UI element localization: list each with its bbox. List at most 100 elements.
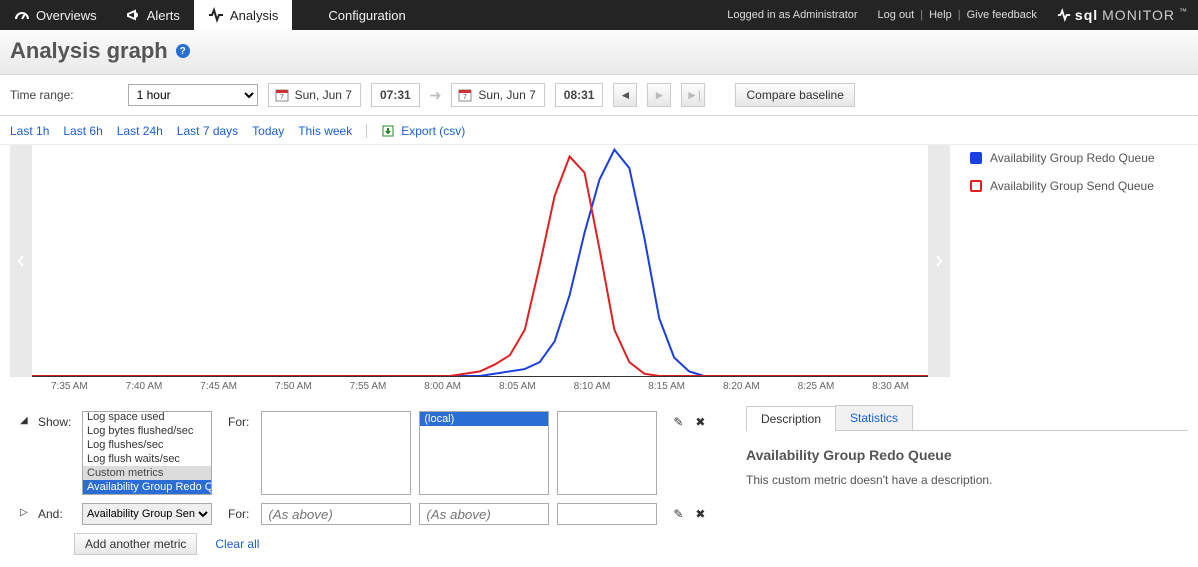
nav-tab-analysis[interactable]: Analysis xyxy=(194,0,292,30)
time-range-select[interactable]: 1 hour xyxy=(128,84,258,106)
from-date-text: Sun, Jun 7 xyxy=(295,88,352,102)
list-item[interactable]: Availability Group Redo Queue xyxy=(83,480,211,494)
step-back-button[interactable]: ◄ xyxy=(613,83,637,107)
x-tick: 8:20 AM xyxy=(723,381,760,392)
tab-statistics[interactable]: Statistics xyxy=(835,405,913,430)
for-list-3[interactable] xyxy=(557,411,657,495)
list-item[interactable]: Log flushes/sec xyxy=(83,438,211,452)
time-range-label: Time range: xyxy=(10,88,74,102)
chart-area: 7:35 AM7:40 AM7:45 AM7:50 AM7:55 AM8:00 … xyxy=(0,145,1198,405)
to-date-picker[interactable]: 7 Sun, Jun 7 xyxy=(451,83,544,107)
tab-description[interactable]: Description xyxy=(746,406,836,431)
pulse-icon xyxy=(208,7,224,23)
chart-handle-left[interactable] xyxy=(10,145,32,377)
nav-label: Configuration xyxy=(328,8,405,23)
and-for-input-3[interactable] xyxy=(557,503,657,525)
nav-tab-alerts[interactable]: Alerts xyxy=(111,0,194,30)
clear-all-link[interactable]: Clear all xyxy=(215,537,259,551)
for-label: For: xyxy=(220,503,253,521)
calendar-icon: 7 xyxy=(275,88,289,102)
from-time[interactable]: 07:31 xyxy=(371,83,420,107)
help-icon[interactable]: ? xyxy=(176,44,190,58)
edit-icon[interactable]: ✎ xyxy=(673,415,683,429)
for-list-1[interactable] xyxy=(261,411,411,495)
x-tick: 7:40 AM xyxy=(126,381,163,392)
logout-link[interactable]: Log out xyxy=(878,9,915,21)
to-time[interactable]: 08:31 xyxy=(555,83,604,107)
chart-handle-right[interactable] xyxy=(928,145,950,377)
top-nav: Overviews Alerts Analysis Configuration … xyxy=(0,0,1198,30)
legend-item-send[interactable]: Availability Group Send Queue xyxy=(970,179,1188,193)
pulse-icon xyxy=(1057,8,1071,22)
for-label: For: xyxy=(220,411,253,429)
to-date-text: Sun, Jun 7 xyxy=(478,88,535,102)
quick-last7d[interactable]: Last 7 days xyxy=(177,124,238,138)
add-metric-button[interactable]: Add another metric xyxy=(74,533,197,555)
nav-tab-configuration[interactable]: Configuration xyxy=(292,0,419,30)
brand-logo: sql MONITOR™ xyxy=(1057,7,1188,23)
from-date-picker[interactable]: 7 Sun, Jun 7 xyxy=(268,83,361,107)
wrench-icon xyxy=(306,7,322,23)
legend-item-redo[interactable]: Availability Group Redo Queue xyxy=(970,151,1188,165)
for-list-2[interactable]: (local) xyxy=(419,411,549,495)
help-link[interactable]: Help xyxy=(929,9,952,21)
and-for-input-2[interactable] xyxy=(419,503,549,525)
remove-icon[interactable]: ✖ xyxy=(695,507,705,521)
compare-baseline-button[interactable]: Compare baseline xyxy=(735,83,854,107)
chart-x-axis: 7:35 AM7:40 AM7:45 AM7:50 AM7:55 AM8:00 … xyxy=(32,381,928,395)
divider xyxy=(366,124,367,138)
nav-tabs: Overviews Alerts Analysis Configuration xyxy=(0,0,420,30)
export-csv-link[interactable]: Export (csv) xyxy=(381,124,465,138)
list-item[interactable]: Custom metrics xyxy=(83,466,211,480)
list-item[interactable]: Log flush waits/sec xyxy=(83,452,211,466)
svg-text:7: 7 xyxy=(280,94,284,101)
list-item[interactable]: (local) xyxy=(420,412,548,426)
chart-legend: Availability Group Redo Queue Availabili… xyxy=(970,145,1188,395)
quick-range-links: Last 1h Last 6h Last 24h Last 7 days Tod… xyxy=(0,116,1198,145)
x-tick: 8:25 AM xyxy=(798,381,835,392)
legend-label: Availability Group Send Queue xyxy=(990,179,1154,193)
x-tick: 8:05 AM xyxy=(499,381,536,392)
export-icon xyxy=(381,124,395,138)
nav-tab-overviews[interactable]: Overviews xyxy=(0,0,111,30)
edit-icon[interactable]: ✎ xyxy=(673,507,683,521)
expand-toggle[interactable]: ▷ xyxy=(20,503,30,518)
show-label: Show: xyxy=(38,411,74,429)
and-metric-select[interactable]: Availability Group Send Queue xyxy=(82,503,212,525)
feedback-link[interactable]: Give feedback xyxy=(967,9,1037,21)
x-tick: 8:00 AM xyxy=(424,381,461,392)
description-body: This custom metric doesn't have a descri… xyxy=(746,473,1188,487)
list-item[interactable]: Log bytes flushed/sec xyxy=(83,424,211,438)
description-title: Availability Group Redo Queue xyxy=(746,447,1188,463)
brand-thin: MONITOR xyxy=(1102,7,1175,23)
and-for-input-1[interactable] xyxy=(261,503,411,525)
swatch-filled-icon xyxy=(970,152,982,164)
collapse-toggle[interactable]: ◢ xyxy=(20,411,30,426)
quick-last1h[interactable]: Last 1h xyxy=(10,124,49,138)
lower-section: ◢ Show: Log space usedLog bytes flushed/… xyxy=(0,405,1198,567)
x-tick: 8:30 AM xyxy=(872,381,909,392)
svg-text:7: 7 xyxy=(463,94,467,101)
chevron-left-icon xyxy=(16,254,26,268)
step-end-button[interactable]: ►| xyxy=(681,83,705,107)
and-label: And: xyxy=(38,503,74,521)
quick-last24h[interactable]: Last 24h xyxy=(117,124,163,138)
show-row: ◢ Show: Log space usedLog bytes flushed/… xyxy=(20,411,720,495)
quick-today[interactable]: Today xyxy=(252,124,284,138)
x-tick: 7:50 AM xyxy=(275,381,312,392)
and-row: ▷ And: Availability Group Send Queue For… xyxy=(20,503,720,525)
swatch-hollow-icon xyxy=(970,180,982,192)
description-panel: Description Statistics Availability Grou… xyxy=(746,405,1188,487)
top-right-links: Logged in as Administrator Log out | Hel… xyxy=(727,0,1198,30)
x-tick: 7:55 AM xyxy=(350,381,387,392)
chart-plot[interactable] xyxy=(32,145,928,377)
step-forward-button[interactable]: ► xyxy=(647,83,671,107)
metric-select-list[interactable]: Log space usedLog bytes flushed/secLog f… xyxy=(82,411,212,495)
chevron-right-icon xyxy=(934,254,944,268)
quick-thisweek[interactable]: This week xyxy=(298,124,352,138)
calendar-icon: 7 xyxy=(458,88,472,102)
list-item[interactable]: Log space used xyxy=(83,411,211,424)
remove-icon[interactable]: ✖ xyxy=(695,415,705,429)
brand-tm: ™ xyxy=(1179,7,1188,16)
quick-last6h[interactable]: Last 6h xyxy=(63,124,102,138)
